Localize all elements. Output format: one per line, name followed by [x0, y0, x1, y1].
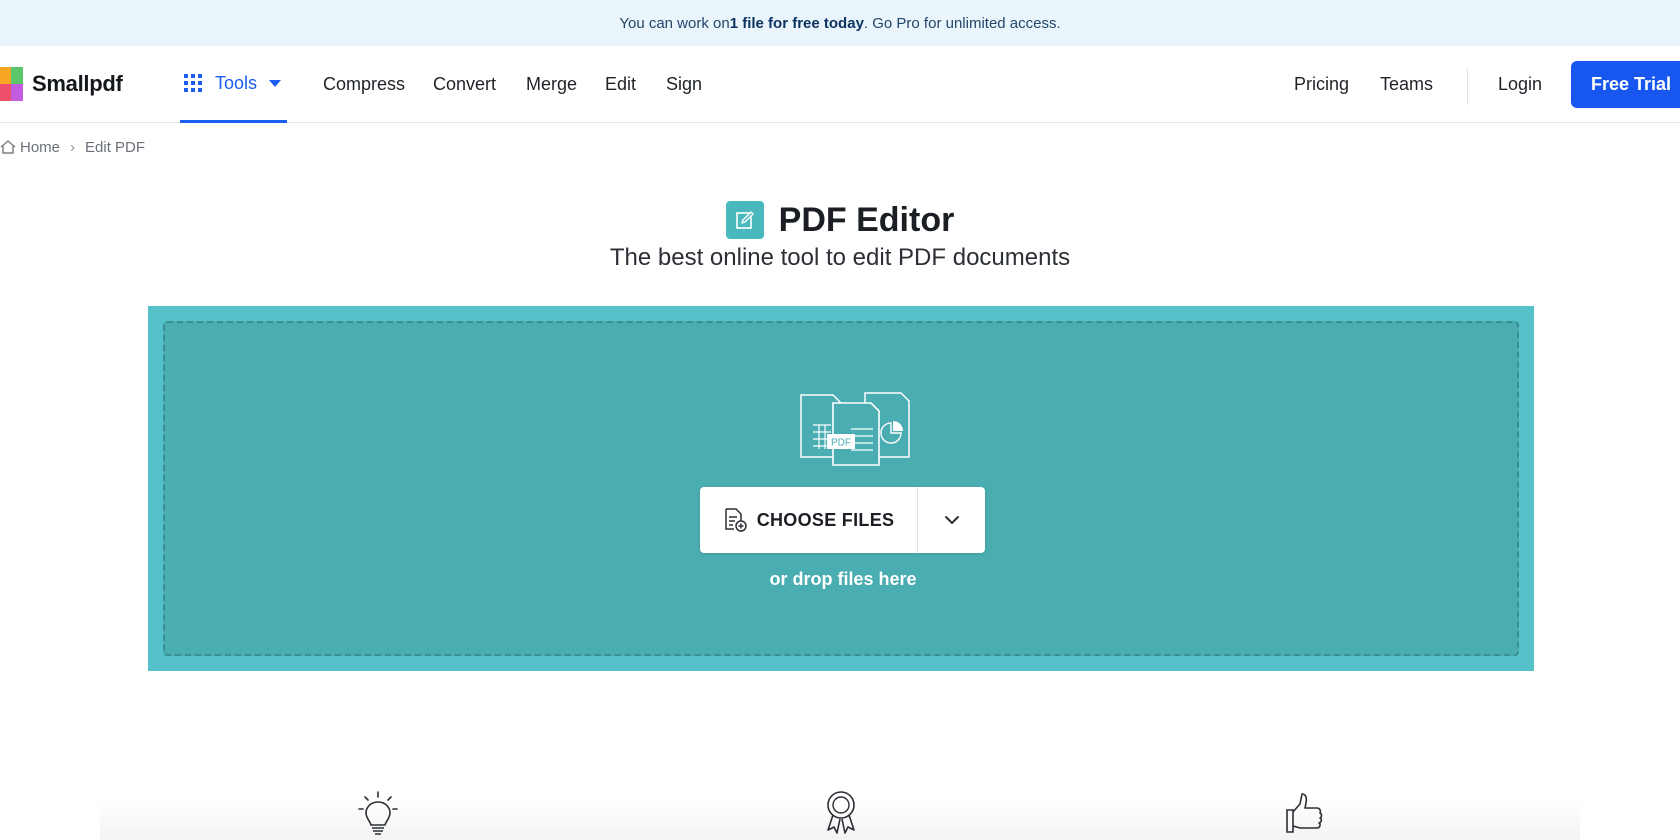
- header-divider: [1467, 69, 1468, 105]
- page-title: PDF Editor: [778, 200, 955, 239]
- logo[interactable]: Smallpdf: [0, 67, 123, 101]
- choose-files-group: CHOOSE FILES: [700, 487, 985, 553]
- nav-teams[interactable]: Teams: [1380, 46, 1433, 123]
- top-navigation: Smallpdf Tools Compress Convert Merge Ed…: [0, 46, 1680, 123]
- tools-label: Tools: [215, 72, 258, 93]
- breadcrumb-home[interactable]: Home: [20, 139, 60, 156]
- caret-down-icon: [269, 79, 282, 87]
- choose-files-dropdown[interactable]: [918, 487, 985, 553]
- tools-menu[interactable]: Tools: [180, 46, 287, 123]
- thumbs-up-icon: [1286, 793, 1323, 833]
- dropzone-inner[interactable]: PDF CHOOSE FILES or drop files here: [163, 321, 1519, 656]
- documents-illustration-icon: PDF: [800, 392, 910, 466]
- promo-text-suffix: . Go Pro for unlimited access.: [863, 14, 1061, 32]
- nav-sign[interactable]: Sign: [666, 46, 702, 123]
- lightbulb-icon: [358, 791, 398, 835]
- free-trial-button[interactable]: Free Trial: [1571, 61, 1680, 108]
- choose-files-label: CHOOSE FILES: [756, 509, 895, 530]
- chevron-down-icon: [944, 516, 959, 524]
- promo-banner: You can work on 1 file for free today . …: [0, 0, 1680, 46]
- promo-text-highlight: 1 file for free today: [729, 14, 864, 32]
- drop-files-hint: or drop files here: [769, 569, 917, 589]
- promo-text-prefix: You can work on: [619, 14, 730, 32]
- grid-icon: [184, 74, 202, 92]
- nav-convert[interactable]: Convert: [433, 46, 496, 123]
- choose-files-button[interactable]: CHOOSE FILES: [700, 487, 918, 553]
- file-dropzone[interactable]: PDF CHOOSE FILES or drop files here: [148, 306, 1534, 671]
- page-heading: PDF Editor: [0, 196, 1680, 244]
- award-ribbon-icon: [827, 791, 855, 834]
- edit-pdf-icon: [725, 201, 764, 239]
- breadcrumb-separator: ›: [70, 138, 76, 156]
- smallpdf-logo-icon: [0, 67, 23, 101]
- login-link[interactable]: Login: [1498, 46, 1542, 123]
- nav-compress[interactable]: Compress: [323, 46, 405, 123]
- breadcrumb: Home › Edit PDF: [0, 137, 145, 157]
- nav-edit[interactable]: Edit: [605, 46, 636, 123]
- page-subtitle: The best online tool to edit PDF documen…: [609, 244, 1071, 271]
- nav-pricing[interactable]: Pricing: [1294, 46, 1349, 123]
- nav-merge[interactable]: Merge: [526, 46, 577, 123]
- home-icon: [0, 140, 16, 154]
- logo-text: Smallpdf: [32, 71, 123, 96]
- breadcrumb-current: Edit PDF: [85, 138, 146, 156]
- pdf-badge-text: PDF: [831, 438, 851, 449]
- add-file-icon: [724, 508, 747, 532]
